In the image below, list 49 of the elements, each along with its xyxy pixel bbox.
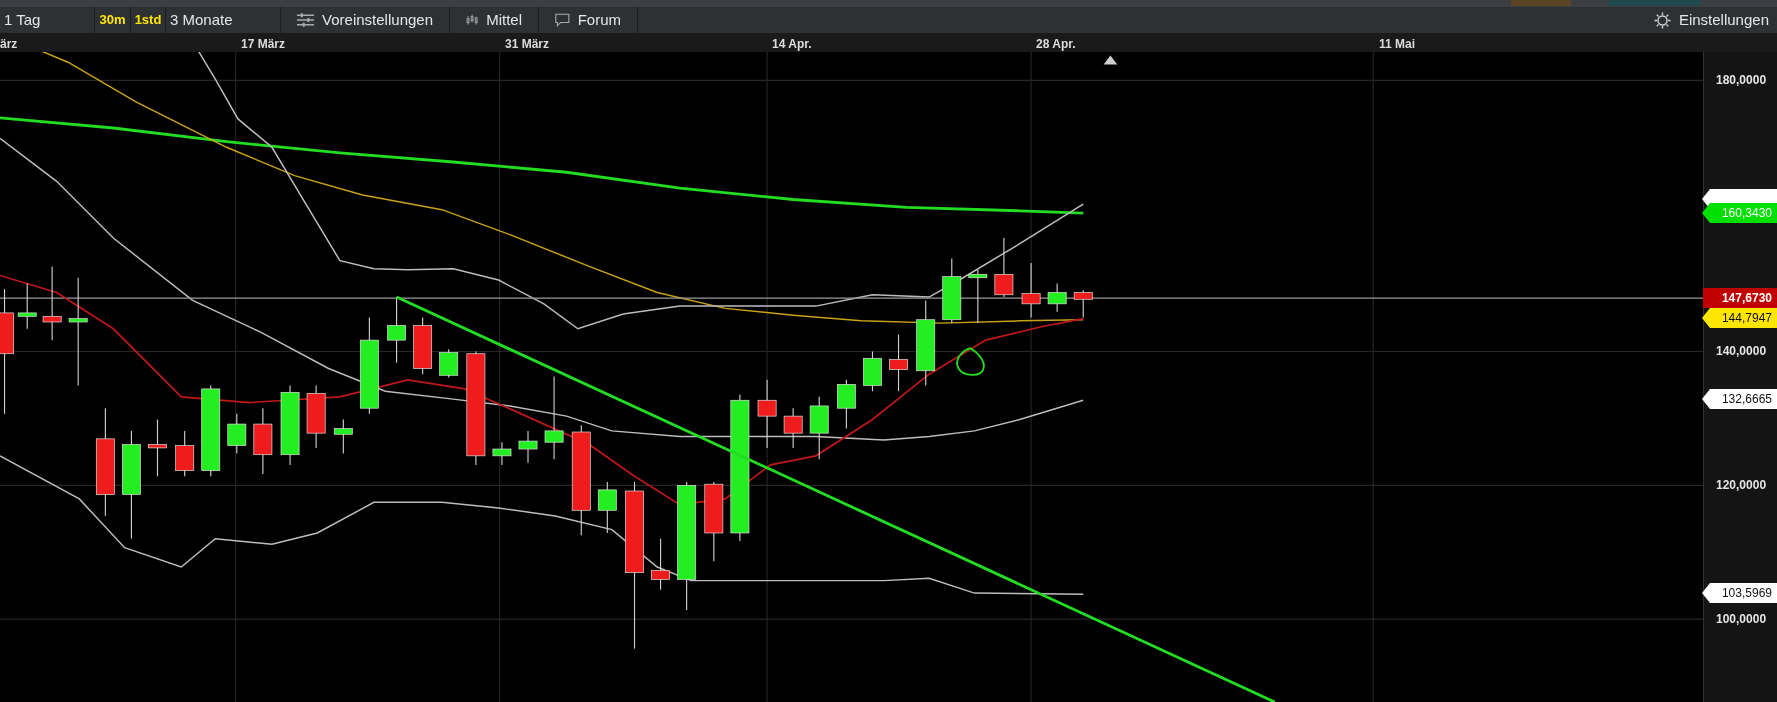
price-tick-label: 140,0000	[1716, 344, 1767, 358]
date-label: 31 März	[505, 36, 550, 53]
candlestick	[227, 413, 247, 455]
price-tag: 147,6730	[1703, 288, 1777, 308]
price-tick-label: 180,0000	[1716, 73, 1767, 87]
price-tag: 160,3430	[1702, 203, 1777, 223]
candlestick	[994, 237, 1014, 298]
price-tag: 132,6665	[1702, 389, 1777, 409]
candlestick	[439, 348, 459, 379]
candlestick	[757, 379, 777, 449]
candlestick	[253, 407, 273, 475]
candlestick	[387, 296, 406, 364]
date-label: 14 Apr.	[772, 36, 812, 53]
settings-button[interactable]: Einstellungen	[1645, 7, 1777, 33]
candlestick	[148, 418, 167, 477]
candlestick	[783, 407, 803, 449]
speech-bubble-icon	[555, 12, 570, 28]
price-tag: 103,5969	[1702, 583, 1777, 603]
candlestick	[1021, 262, 1041, 318]
candlestick	[809, 396, 829, 460]
date-label: ärz	[0, 36, 18, 53]
date-label: 17 März	[241, 36, 286, 53]
candlestick	[492, 441, 512, 466]
candlestick	[17, 282, 37, 330]
candlestick	[837, 379, 856, 430]
candlestick	[942, 257, 962, 324]
circle-annotation	[956, 347, 985, 376]
price-tick-label: 100,0000	[1716, 612, 1767, 626]
candlestick	[651, 538, 670, 591]
candlestick	[1047, 282, 1067, 313]
settings-icon	[1653, 11, 1671, 29]
candlestick	[413, 316, 433, 375]
candlestick	[863, 350, 882, 392]
candlestick	[597, 481, 617, 534]
candlestick	[306, 384, 326, 449]
sliders-icon	[297, 13, 315, 27]
candlestick	[968, 269, 988, 324]
price-tag: 144,7947	[1702, 308, 1777, 328]
date-label: 28 Apr.	[1036, 36, 1076, 53]
marker-icon	[1103, 55, 1118, 65]
candlestick-icon	[466, 12, 479, 28]
candlestick	[175, 430, 195, 477]
candlestick	[1073, 289, 1093, 318]
candlestick	[889, 333, 908, 392]
price-tick-label: 120,0000	[1716, 478, 1767, 492]
date-label: 11 Mai	[1379, 36, 1416, 53]
candlestick	[518, 430, 538, 464]
color-block	[1511, 0, 1571, 6]
candlestick	[333, 418, 353, 455]
